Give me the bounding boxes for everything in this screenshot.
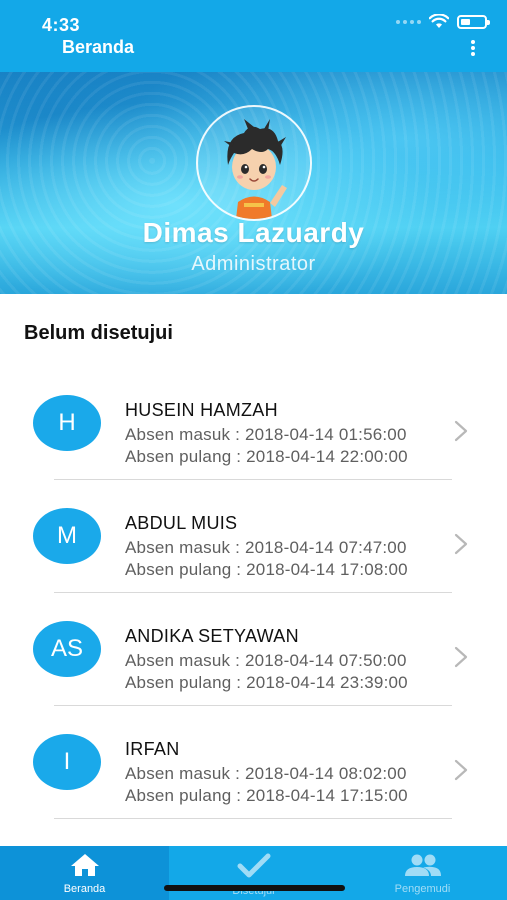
employee-name: ABDUL MUIS [125, 513, 238, 533]
check-out-time: Absen pulang : 2018-04-14 23:39:00 [125, 673, 408, 692]
check-in-time: Absen masuk : 2018-04-14 01:56:00 [125, 425, 407, 444]
chevron-right-icon [454, 533, 468, 555]
list-item[interactable]: H HUSEIN HAMZAH Absen masuk : 2018-04-14… [0, 375, 507, 488]
tab-label: Beranda [63, 883, 106, 895]
check-in-time: Absen masuk : 2018-04-14 08:02:00 [125, 764, 407, 783]
status-time: 4:33 [42, 15, 81, 35]
divider [54, 592, 452, 593]
page-title: Beranda [62, 37, 135, 57]
list-item[interactable]: M ABDUL MUIS Absen masuk : 2018-04-14 07… [0, 488, 507, 601]
user-name: Dimas Lazuardy [142, 217, 365, 248]
check-icon [237, 853, 270, 878]
home-icon [70, 854, 99, 876]
tab-pengemudi[interactable]: Pengemudi [338, 846, 507, 900]
tab-beranda[interactable]: Beranda [0, 846, 169, 900]
divider [54, 479, 452, 480]
battery-icon [457, 14, 490, 29]
section-title: Belum disetujui [24, 322, 173, 344]
bottom-nav: Beranda Disetujui Pengemudi [0, 846, 507, 900]
list-item[interactable]: AS ANDIKA SETYAWAN Absen masuk : 2018-04… [0, 601, 507, 714]
check-out-time: Absen pulang : 2018-04-14 17:08:00 [125, 560, 408, 579]
avatar[interactable] [196, 105, 312, 221]
people-icon [404, 854, 441, 876]
initial-avatar: AS [33, 621, 101, 677]
employee-name: ANDIKA SETYAWAN [125, 626, 299, 646]
check-in-time: Absen masuk : 2018-04-14 07:47:00 [125, 538, 407, 557]
initial-avatar: M [33, 508, 101, 564]
tab-disetujui[interactable]: Disetujui [169, 846, 338, 900]
wifi-icon [429, 14, 449, 28]
profile-banner: Dimas Lazuardy Administrator [0, 72, 507, 294]
tab-label: Pengemudi [394, 883, 451, 895]
check-out-time: Absen pulang : 2018-04-14 22:00:00 [125, 447, 408, 466]
check-in-time: Absen masuk : 2018-04-14 07:50:00 [125, 651, 407, 670]
divider [54, 818, 452, 819]
check-out-time: Absen pulang : 2018-04-14 17:15:00 [125, 786, 408, 805]
chevron-right-icon [454, 420, 468, 442]
more-vertical-icon[interactable] [465, 38, 481, 58]
attendance-list: H HUSEIN HAMZAH Absen masuk : 2018-04-14… [0, 375, 507, 827]
chevron-right-icon [454, 759, 468, 781]
chevron-right-icon [454, 646, 468, 668]
cartoon-avatar-icon [224, 119, 287, 219]
status-icons [396, 14, 490, 29]
employee-name: IRFAN [125, 739, 180, 759]
user-role: Administrator [191, 253, 316, 275]
initial-avatar: I [33, 734, 101, 790]
divider [54, 705, 452, 706]
app-bar: 4:33 Beranda [0, 0, 507, 72]
list-item[interactable]: I IRFAN Absen masuk : 2018-04-14 08:02:0… [0, 714, 507, 827]
initial-avatar: H [33, 395, 101, 451]
employee-name: HUSEIN HAMZAH [125, 400, 278, 420]
signal-icon [396, 19, 421, 24]
home-indicator[interactable] [164, 885, 345, 891]
